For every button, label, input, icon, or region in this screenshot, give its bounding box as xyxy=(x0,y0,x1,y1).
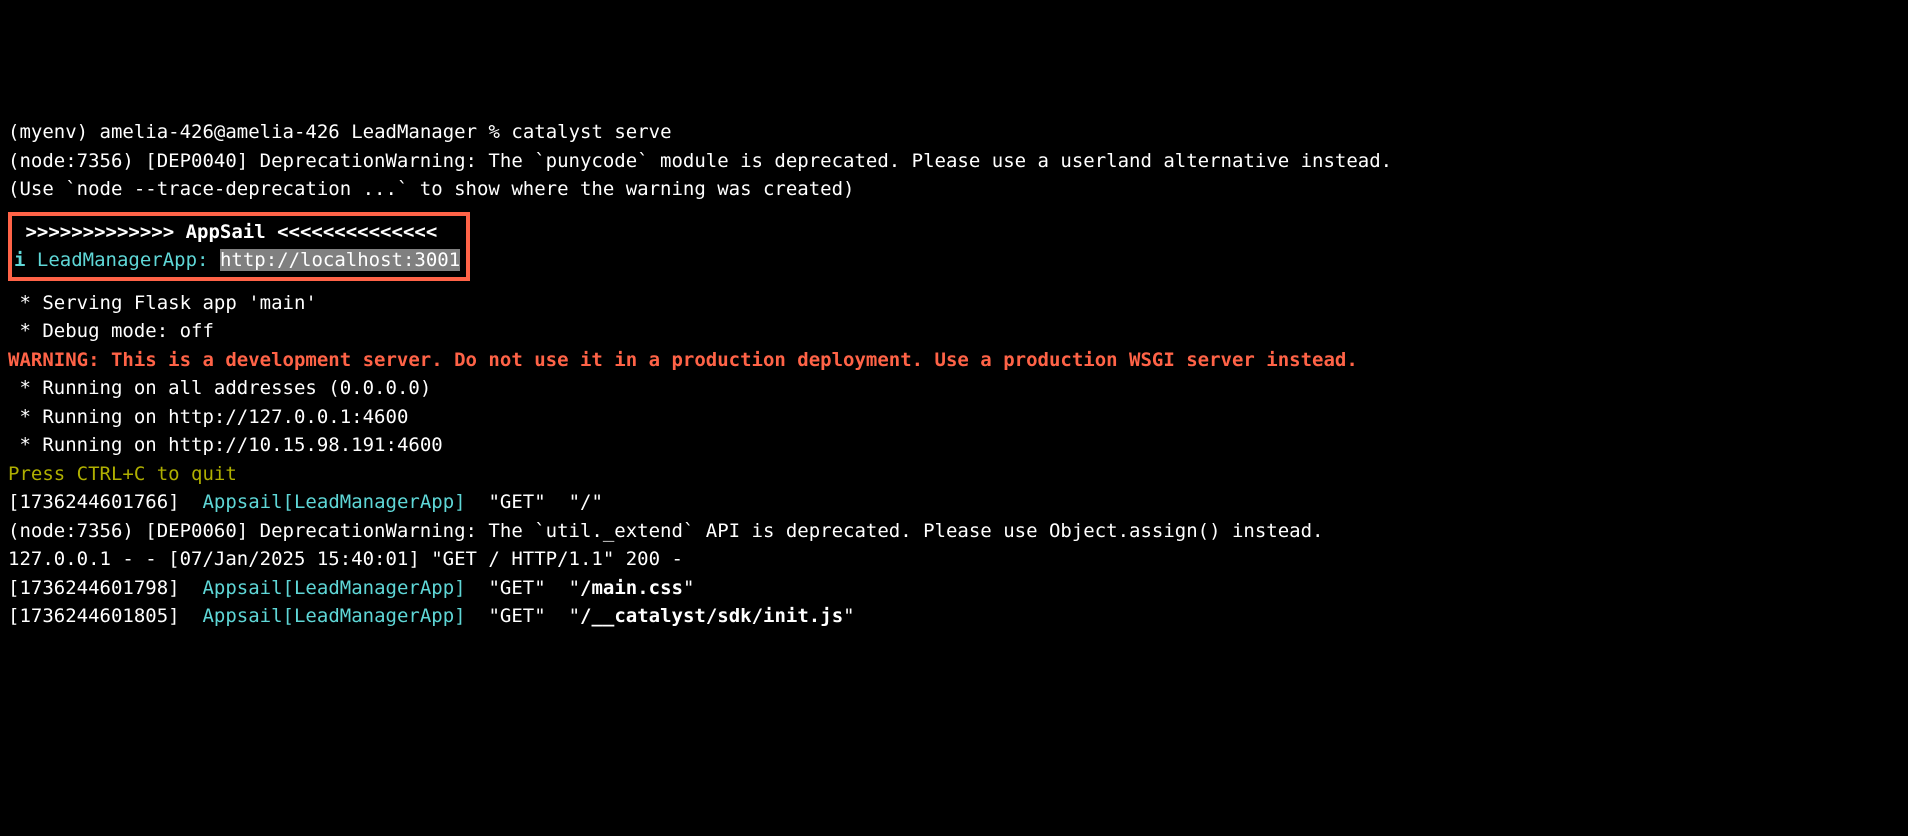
running-local: * Running on http://127.0.0.1:4600 xyxy=(8,406,408,428)
log-line: [1736244601798] Appsail[LeadManagerApp] … xyxy=(8,577,694,599)
localhost-url[interactable]: http://localhost:3001 xyxy=(220,249,460,271)
terminal-output[interactable]: (myenv) amelia-426@amelia-426 LeadManage… xyxy=(8,118,1900,631)
flask-serving: * Serving Flask app 'main' xyxy=(8,292,317,314)
appsail-highlight-box: >>>>>>>>>>>>> AppSail <<<<<<<<<<<<<< i L… xyxy=(8,212,470,281)
appsail-banner: >>>>>>>>>>>>> AppSail <<<<<<<<<<<<<< xyxy=(14,221,437,243)
running-all: * Running on all addresses (0.0.0.0) xyxy=(8,377,431,399)
ctrl-c-hint: Press CTRL+C to quit xyxy=(8,463,237,485)
log-line: [1736244601805] Appsail[LeadManagerApp] … xyxy=(8,605,855,627)
log-line: [1736244601766] Appsail[LeadManagerApp] … xyxy=(8,491,603,513)
flask-debug: * Debug mode: off xyxy=(8,320,214,342)
access-log: 127.0.0.1 - - [07/Jan/2025 15:40:01] "GE… xyxy=(8,548,683,570)
dev-server-warning: WARNING: This is a development server. D… xyxy=(8,349,1358,371)
deprecation-warning-1: (node:7356) [DEP0040] DeprecationWarning… xyxy=(8,150,1392,172)
deprecation-warning-2: (node:7356) [DEP0060] DeprecationWarning… xyxy=(8,520,1323,542)
app-name-label: LeadManagerApp: xyxy=(37,249,209,271)
trace-hint: (Use `node --trace-deprecation ...` to s… xyxy=(8,178,854,200)
shell-prompt: (myenv) amelia-426@amelia-426 LeadManage… xyxy=(8,121,672,143)
info-icon: i xyxy=(14,249,25,271)
running-lan: * Running on http://10.15.98.191:4600 xyxy=(8,434,443,456)
